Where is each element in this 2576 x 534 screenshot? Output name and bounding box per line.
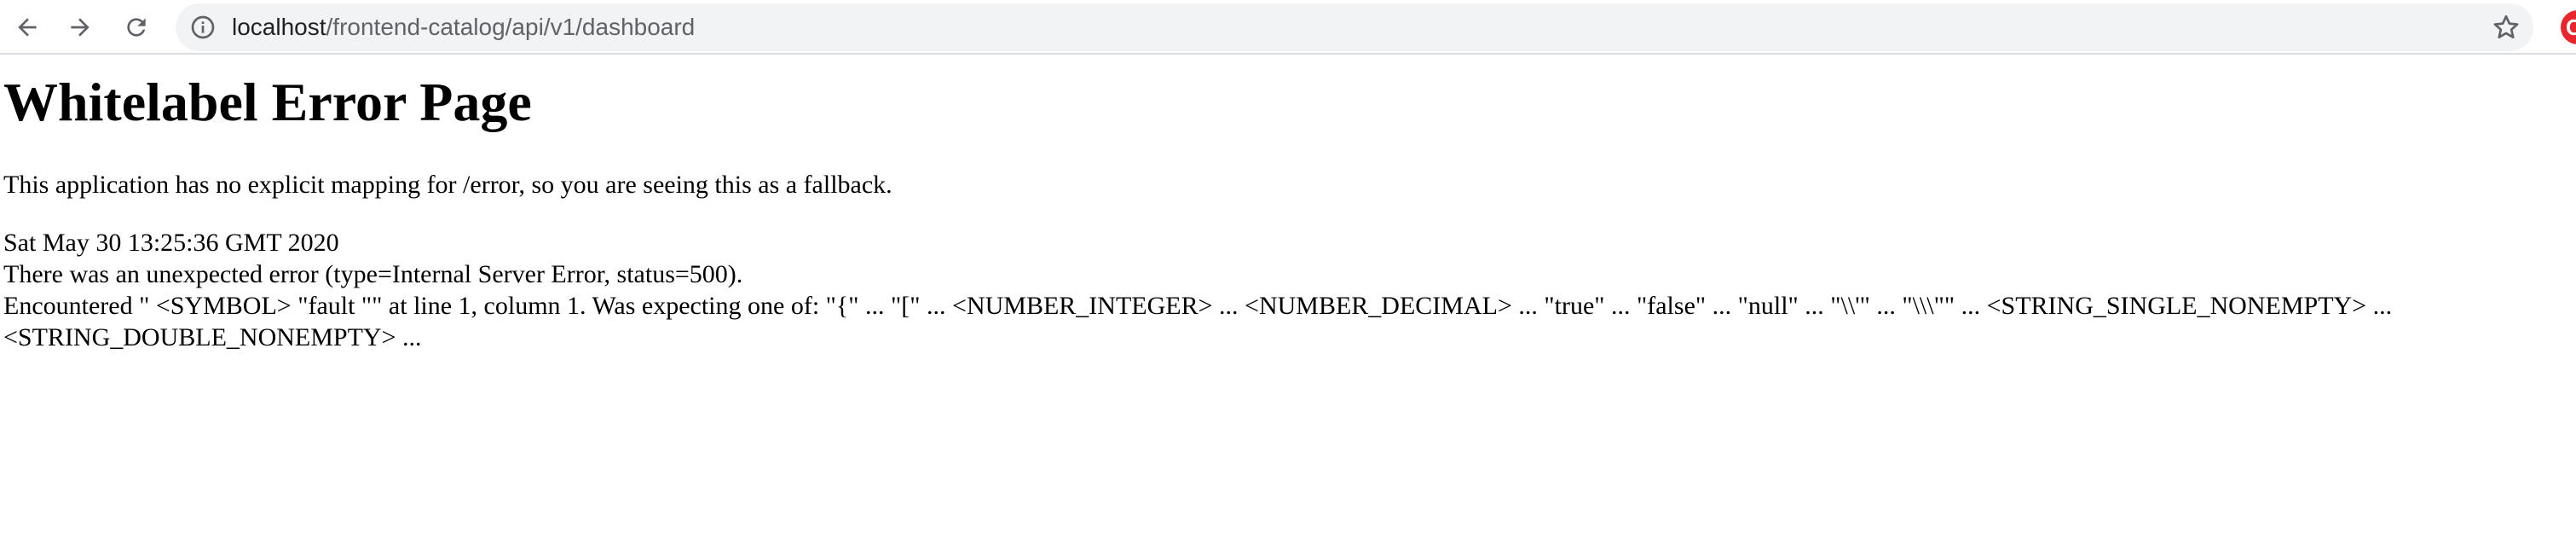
- arrow-left-icon: [18, 18, 37, 37]
- error-description: This application has no explicit mapping…: [3, 171, 892, 199]
- error-timestamp: Sat May 30 13:25:36 GMT 2020: [3, 229, 339, 257]
- arrow-right-icon: [71, 18, 90, 37]
- info-icon[interactable]: [189, 14, 217, 41]
- reload-icon: [127, 18, 146, 37]
- url-host: localhost: [232, 14, 326, 40]
- back-button[interactable]: [7, 7, 48, 48]
- reload-button[interactable]: [116, 7, 157, 48]
- forward-button[interactable]: [60, 7, 101, 48]
- error-detail-line-2: <STRING_DOUBLE_NONEMPTY> ...: [3, 323, 422, 351]
- address-bar[interactable]: localhost/frontend-catalog/api/v1/dashbo…: [176, 3, 2533, 51]
- browser-toolbar: localhost/frontend-catalog/api/v1/dashbo…: [0, 0, 2576, 55]
- profile-icon[interactable]: C: [2561, 10, 2576, 44]
- url-text[interactable]: localhost/frontend-catalog/api/v1/dashbo…: [232, 3, 695, 51]
- error-details: Sat May 30 13:25:36 GMT 2020 There was a…: [3, 227, 2569, 353]
- error-detail-line-1: Encountered " <SYMBOL> "fault "" at line…: [3, 292, 2393, 320]
- error-summary: There was an unexpected error (type=Inte…: [3, 260, 743, 288]
- page-title: Whitelabel Error Page: [3, 72, 532, 132]
- bookmark-star-icon[interactable]: [2491, 12, 2521, 43]
- url-path: /frontend-catalog/api/v1/dashboard: [326, 14, 696, 40]
